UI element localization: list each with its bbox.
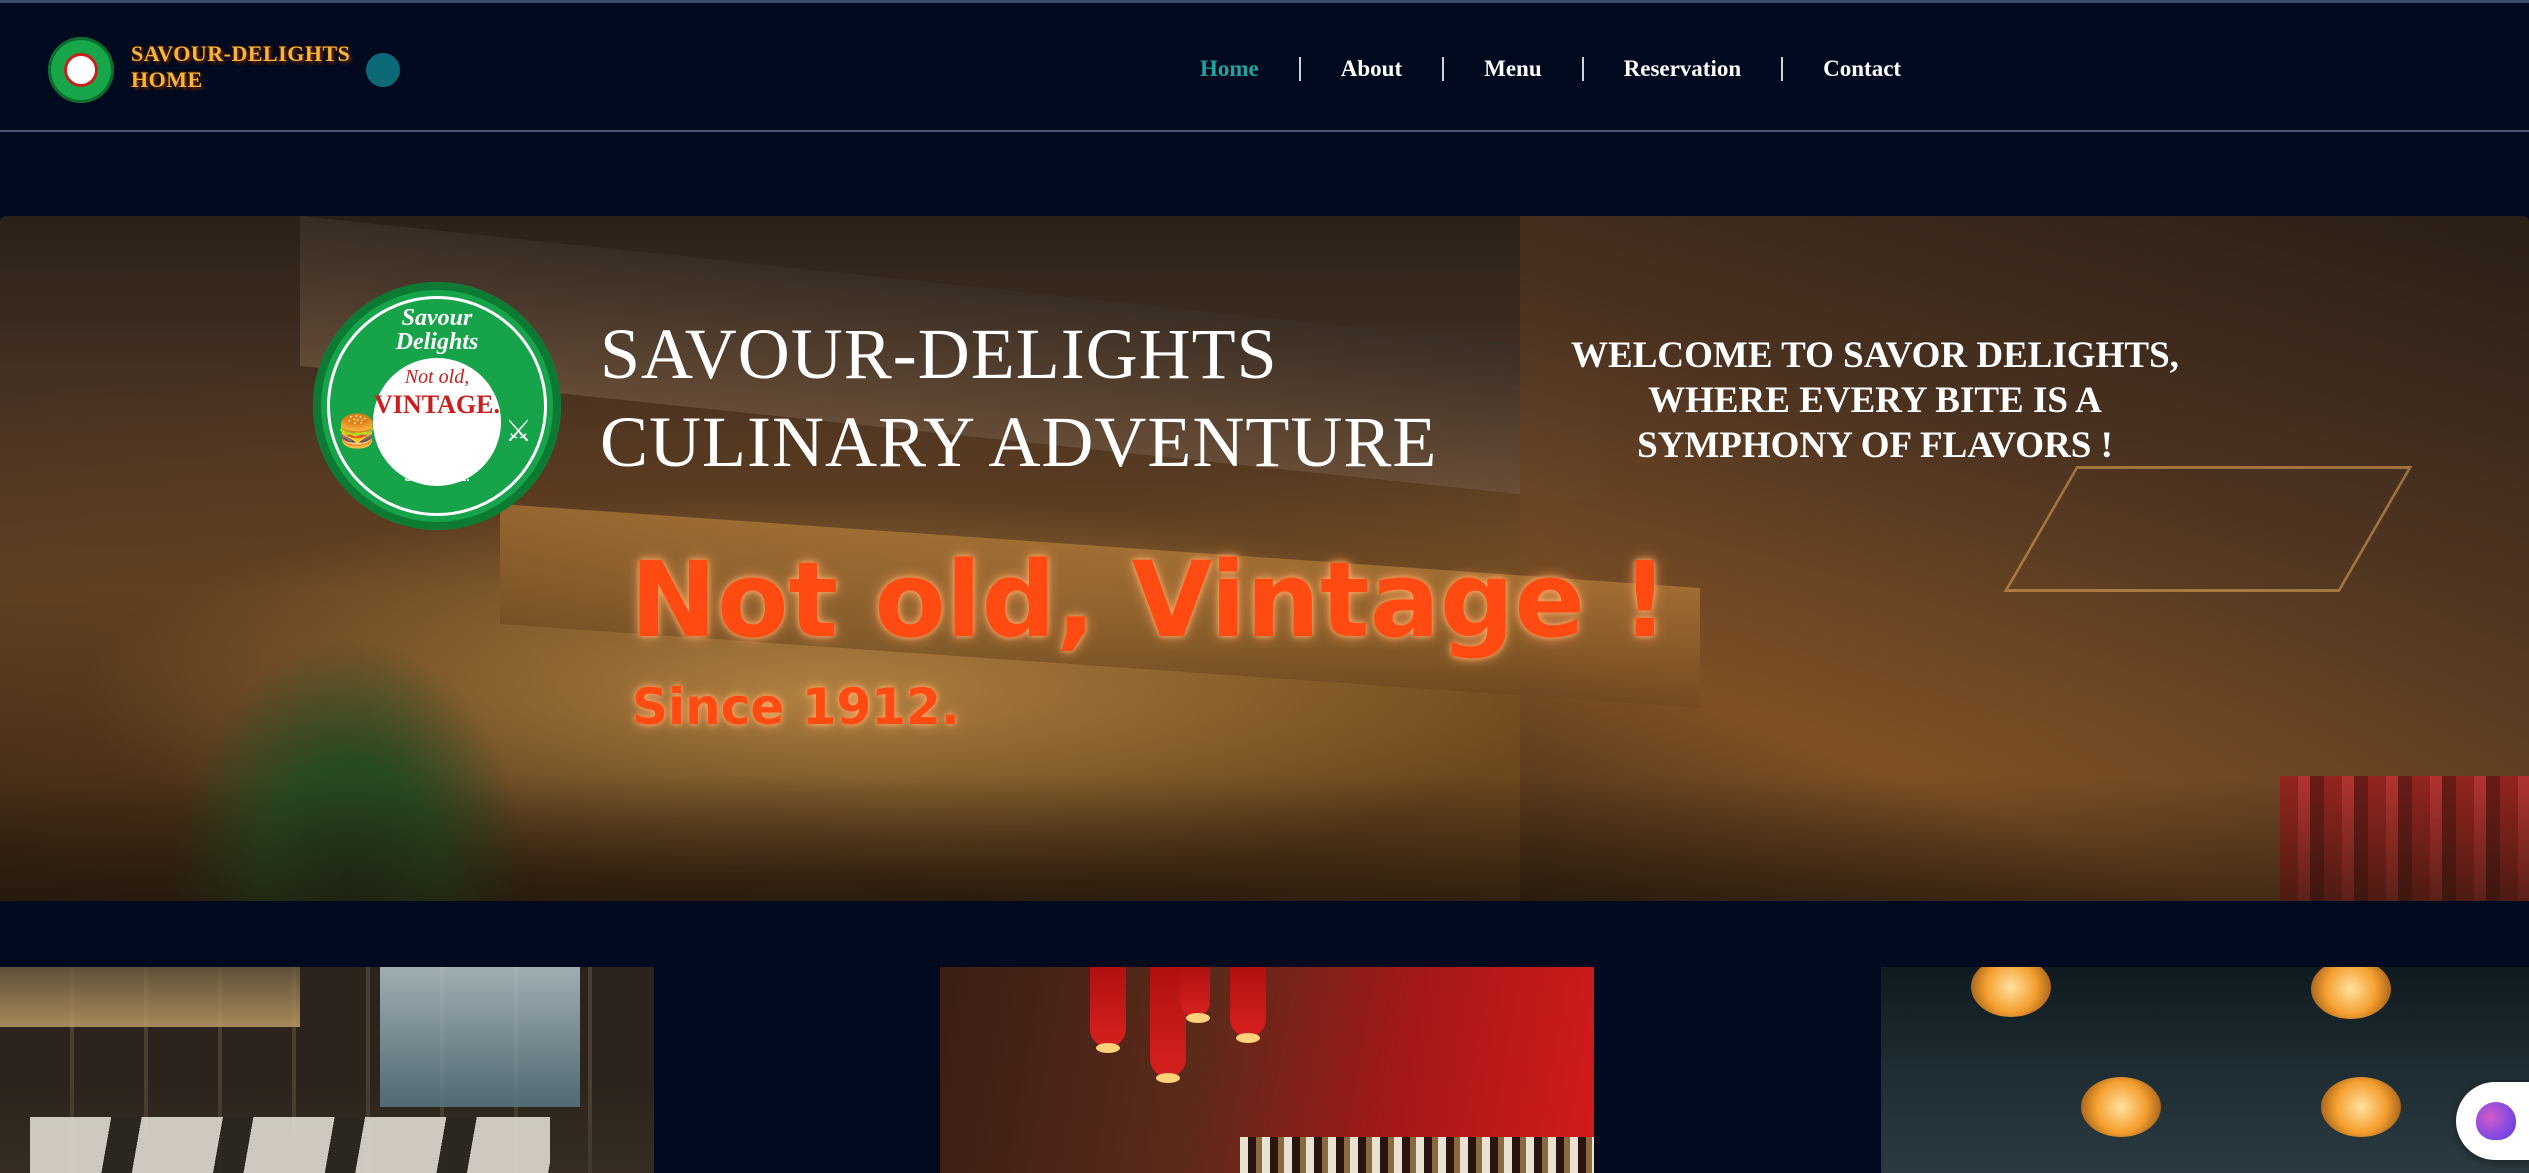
main-nav: Home About Menu Reservation Contact	[1160, 3, 1941, 135]
burger-icon: 🍔	[337, 413, 377, 449]
brain-icon	[2476, 1102, 2516, 1140]
gallery-image-dining-room[interactable]	[0, 967, 654, 1173]
utensils-icon: ⚔	[505, 415, 532, 448]
brand-name[interactable]: SAVOUR-DELIGHTS HOME	[131, 41, 361, 93]
nav-item-home[interactable]: Home	[1160, 56, 1299, 82]
hero-logo-since: Since 1912.	[404, 470, 470, 484]
hero-title: SAVOUR-DELIGHTS CULINARY ADVENTURE	[600, 314, 1438, 482]
hero-logo: Savour Delights Not old, VINTAGE. 🍔 ⚔ Sin…	[313, 282, 561, 530]
chat-assistant-button[interactable]	[2456, 1082, 2529, 1160]
brand-logo[interactable]	[48, 37, 114, 103]
gallery-image-lounge[interactable]	[1881, 967, 2529, 1173]
hero-since: Since 1912.	[632, 678, 960, 736]
hero-bg-floor	[0, 776, 2529, 901]
welcome-message: WELCOME TO SAVOR DELIGHTS, WHERE EVERY B…	[1571, 335, 2179, 466]
navbar: SAVOUR-DELIGHTS HOME Home About Menu Res…	[0, 0, 2529, 132]
nav-item-about[interactable]: About	[1301, 56, 1442, 82]
nav-item-contact[interactable]: Contact	[1783, 56, 1941, 82]
theme-toggle-dot[interactable]	[366, 53, 400, 87]
hero-logo-name: Savour Delights	[395, 305, 479, 355]
hero-tagline: Not old, Vintage !	[630, 539, 1669, 661]
hero-logo-center-line1: Not old,	[404, 366, 470, 388]
gallery-image-bar[interactable]	[940, 967, 1594, 1173]
nav-item-menu[interactable]: Menu	[1444, 56, 1582, 82]
nav-item-reservation[interactable]: Reservation	[1584, 56, 1782, 82]
